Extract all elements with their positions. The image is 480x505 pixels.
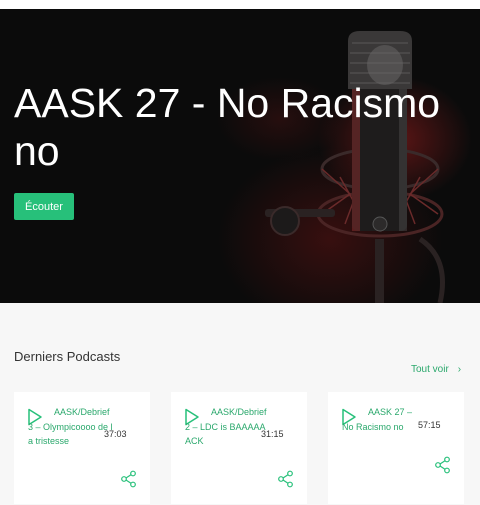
podcast-card[interactable]: AASK 27 – No Racismo no 57:15 bbox=[328, 392, 464, 504]
see-all-link[interactable]: Tout voir › bbox=[411, 364, 461, 375]
listen-button[interactable]: Écouter bbox=[14, 193, 74, 220]
share-icon[interactable] bbox=[434, 456, 452, 474]
podcast-card[interactable]: AASK/Debrief 2 – LDC is BAAAAAACK 31:15 bbox=[171, 392, 307, 504]
hero-banner: AASK 27 - No Racismo no Écouter bbox=[0, 9, 480, 303]
chevron-right-icon: › bbox=[457, 364, 462, 375]
podcast-duration: 57:15 bbox=[418, 420, 441, 430]
podcast-duration: 37:03 bbox=[104, 429, 127, 439]
hero-title: AASK 27 - No Racismo no bbox=[14, 80, 441, 174]
podcast-card[interactable]: AASK/Debrief 3 – Olympicoooo de la trist… bbox=[14, 392, 150, 504]
podcast-title[interactable]: AASK/Debrief 2 – LDC is BAAAAAACK bbox=[185, 405, 271, 449]
podcast-title[interactable]: AASK 27 – No Racismo no bbox=[342, 405, 418, 434]
share-icon[interactable] bbox=[277, 470, 295, 488]
see-all-label: Tout voir bbox=[411, 364, 449, 375]
latest-podcasts-heading: Derniers Podcasts bbox=[14, 349, 121, 364]
podcast-title[interactable]: AASK/Debrief 3 – Olympicoooo de la trist… bbox=[28, 405, 114, 449]
share-icon[interactable] bbox=[120, 470, 138, 488]
podcast-duration: 31:15 bbox=[261, 429, 284, 439]
top-strip bbox=[0, 0, 480, 9]
